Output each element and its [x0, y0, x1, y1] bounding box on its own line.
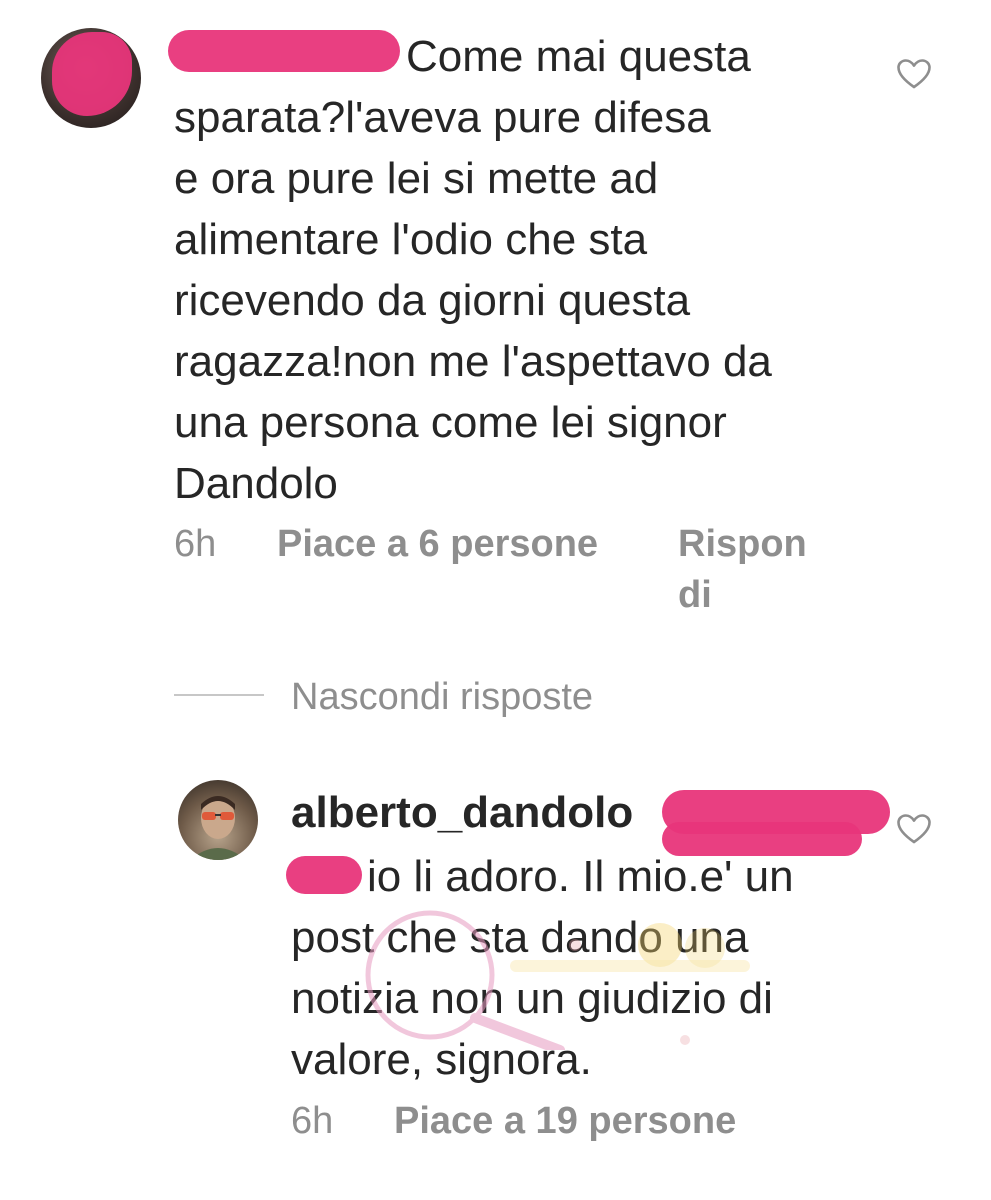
username-link[interactable]: alberto_dandolo	[291, 785, 633, 841]
comment-time: 6h	[174, 523, 217, 565]
heart-outline-icon[interactable]	[897, 59, 931, 89]
reply-button[interactable]: Rispon di	[678, 519, 818, 621]
avatar-photo	[190, 796, 246, 860]
reply-time: 6h	[291, 1100, 334, 1142]
avatar[interactable]	[178, 780, 258, 860]
reply-text: io li adoro. Il mio.e' un post che sta da…	[291, 852, 794, 1084]
heart-outline-icon[interactable]	[897, 814, 931, 844]
likes-count-link[interactable]: Piace a 19 persone	[394, 1096, 736, 1146]
hide-replies-button[interactable]: Nascondi risposte	[291, 673, 593, 721]
likes-count-link[interactable]: Piace a 6 persone	[277, 519, 598, 569]
comment-text: Come mai questa sparata?l'aveva pure dife…	[174, 32, 772, 508]
divider-line	[174, 694, 264, 696]
